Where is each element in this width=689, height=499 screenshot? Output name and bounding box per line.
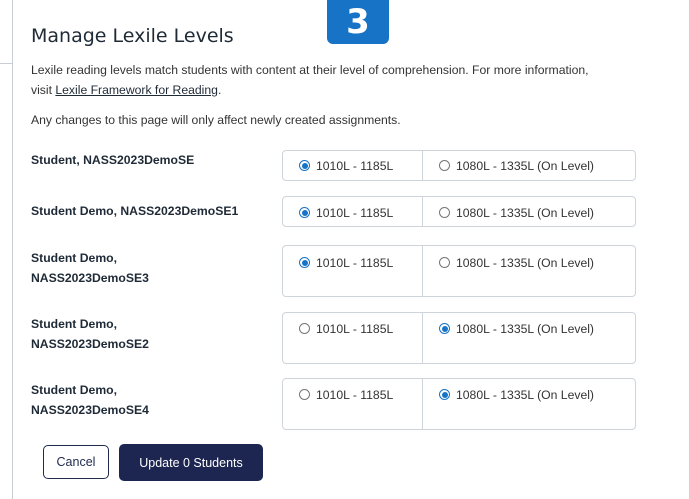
lexile-option-b[interactable]: 1080L - 1335L (On Level) [422,197,635,226]
lexile-option-a[interactable]: 1010L - 1185L [283,246,422,296]
lexile-range-label: 1080L - 1335L (On Level) [456,388,594,402]
lexile-option-a[interactable]: 1010L - 1185L [283,313,422,363]
description-suffix: . [217,83,222,97]
lexile-option-group: 1010L - 1185L 1080L - 1335L (On Level) [282,378,636,430]
student-name: Student Demo, NASS2023DemoSE3 [31,251,149,285]
description-visit-text: visit [31,83,56,97]
lexile-range-label: 1010L - 1185L [316,256,394,270]
radio-unselected-icon[interactable] [439,257,450,268]
lexile-range-label: 1080L - 1335L (On Level) [456,159,594,173]
lexile-range-label: 1080L - 1335L (On Level) [456,322,594,336]
lexile-option-b[interactable]: 1080L - 1335L (On Level) [422,151,635,180]
background-divider [0,63,12,64]
lexile-option-group: 1010L - 1185L 1080L - 1335L (On Level) [282,245,636,297]
lexile-range-label: 1010L - 1185L [316,159,394,173]
student-name: Student, NASS2023DemoSE [31,153,195,167]
radio-selected-icon[interactable] [299,160,310,171]
step-number-badge: 3 [327,0,389,44]
lexile-range-label: 1010L - 1185L [316,388,394,402]
lexile-option-a[interactable]: 1010L - 1185L [283,151,422,180]
lexile-range-label: 1080L - 1335L (On Level) [456,256,594,270]
student-name: Student Demo, NASS2023DemoSE2 [31,317,149,351]
lexile-option-b[interactable]: 1080L - 1335L (On Level) [422,379,635,429]
assignment-notice: Any changes to this page will only affec… [31,113,401,127]
modal-title: Manage Lexile Levels [31,25,234,47]
lexile-option-b[interactable]: 1080L - 1335L (On Level) [422,246,635,296]
radio-unselected-icon[interactable] [299,323,310,334]
radio-unselected-icon[interactable] [299,389,310,400]
lexile-option-group: 1010L - 1185L 1080L - 1335L (On Level) [282,196,636,227]
student-name: Student Demo, NASS2023DemoSE4 [31,383,149,417]
radio-selected-icon[interactable] [439,389,450,400]
lexile-option-a[interactable]: 1010L - 1185L [283,379,422,429]
lexile-option-a[interactable]: 1010L - 1185L [283,197,422,226]
lexile-range-label: 1080L - 1335L (On Level) [456,206,594,220]
student-name: Student Demo, NASS2023DemoSE1 [31,204,239,218]
update-students-button[interactable]: Update 0 Students [119,444,263,481]
description-text: Lexile reading levels match students wit… [31,63,589,77]
lexile-range-label: 1010L - 1185L [316,322,394,336]
cancel-button[interactable]: Cancel [43,445,109,479]
lexile-option-group: 1010L - 1185L 1080L - 1335L (On Level) [282,150,636,181]
radio-selected-icon[interactable] [439,323,450,334]
lexile-framework-link[interactable]: Lexile Framework for Reading [55,83,218,97]
radio-unselected-icon[interactable] [439,207,450,218]
radio-unselected-icon[interactable] [439,160,450,171]
modal-description: Lexile reading levels match students wit… [31,60,689,100]
lexile-option-b[interactable]: 1080L - 1335L (On Level) [422,313,635,363]
lexile-range-label: 1010L - 1185L [316,206,394,220]
radio-selected-icon[interactable] [299,257,310,268]
radio-selected-icon[interactable] [299,207,310,218]
lexile-option-group: 1010L - 1185L 1080L - 1335L (On Level) [282,312,636,364]
